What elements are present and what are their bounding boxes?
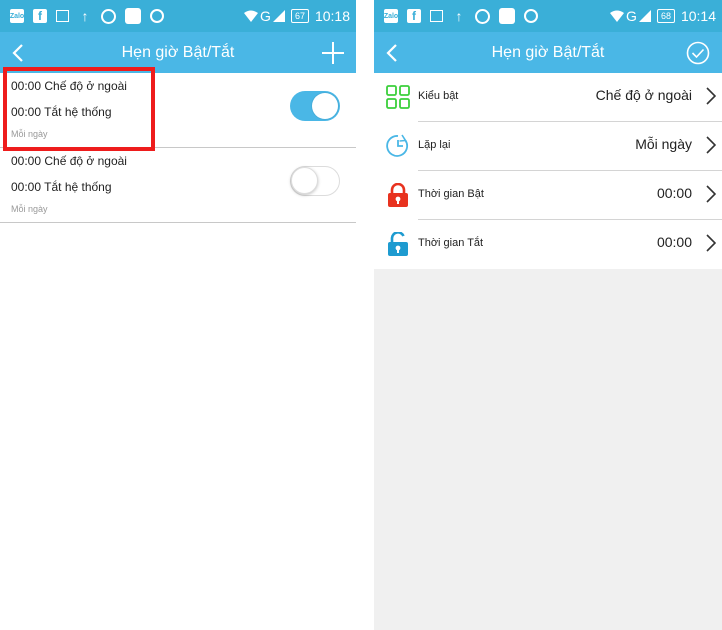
- setting-mode[interactable]: Kiểu bật Chế độ ở ngoài: [374, 73, 722, 122]
- network-type: G: [260, 8, 271, 24]
- status-bar: Zalo f ↑ G 68 10:14: [374, 0, 722, 32]
- chevron-right-icon: [706, 185, 716, 203]
- back-button[interactable]: [12, 32, 24, 73]
- page-title: Hẹn giờ Bật/Tắt: [121, 43, 235, 61]
- timer-detail-screen: Zalo f ↑ G 68 10:14 Hẹn giờ Bật/Tắt Kiểu…: [374, 0, 722, 630]
- clock-repeat-icon: [386, 134, 408, 157]
- page-title: Hẹn giờ Bật/Tắt: [491, 43, 605, 61]
- timer-item[interactable]: 00:00 Chế độ ở ngoài 00:00 Tắt hệ thống …: [0, 73, 356, 148]
- setting-off-time[interactable]: Thời gian Tắt 00:00: [374, 220, 722, 269]
- status-time: 10:14: [680, 8, 716, 24]
- timer-list-screen: Zalo f ↑ G 67 10:18 Hẹn giờ Bật/Tắt 00:0…: [0, 0, 356, 630]
- lock-closed-icon: [388, 183, 408, 207]
- facebook-notification-icon: f: [407, 9, 421, 23]
- camera-notification-icon: [524, 9, 538, 23]
- app-notification-icon: [125, 8, 141, 24]
- timer-on-action: 00:00 Chế độ ở ngoài: [11, 79, 127, 93]
- image-notification-icon: [430, 10, 443, 22]
- cell-signal-icon: [638, 10, 651, 22]
- zalo-notification-icon: Zalo: [384, 9, 398, 23]
- timer-enable-toggle[interactable]: [290, 166, 340, 196]
- facebook-notification-icon: f: [33, 9, 47, 23]
- timer-off-action: 00:00 Tắt hệ thống: [11, 105, 112, 119]
- back-chevron-icon: [12, 43, 23, 62]
- setting-label: Thời gian Tắt: [418, 237, 484, 249]
- grid-mode-icon: [386, 85, 410, 109]
- chevron-right-icon: [706, 87, 716, 105]
- battery-indicator: 68: [656, 9, 675, 23]
- zalo-notification-icon: Zalo: [10, 9, 24, 23]
- chevron-right-icon: [706, 136, 716, 154]
- setting-on-time[interactable]: Thời gian Bật 00:00: [374, 171, 722, 220]
- cell-signal-icon: [272, 10, 285, 22]
- timer-repeat: Mỗi ngày: [11, 204, 48, 214]
- timer-settings-list: Kiểu bật Chế độ ở ngoài Lặp lại Mỗi ngày…: [374, 73, 722, 269]
- check-circle-icon: [686, 41, 710, 64]
- setting-value: Mỗi ngày: [635, 136, 692, 152]
- timer-repeat: Mỗi ngày: [11, 129, 48, 139]
- timer-enable-toggle[interactable]: [290, 91, 340, 121]
- setting-label: Thời gian Bật: [418, 188, 484, 200]
- network-type: G: [626, 8, 637, 24]
- setting-value: Chế độ ở ngoài: [595, 87, 692, 103]
- chevron-right-icon: [706, 234, 716, 252]
- camera-notification-icon: [150, 9, 164, 23]
- status-time: 10:18: [314, 8, 350, 24]
- battery-indicator: 67: [290, 9, 309, 23]
- setting-value: 00:00: [656, 185, 692, 201]
- lock-open-icon: [388, 232, 408, 256]
- timer-on-action: 00:00 Chế độ ở ngoài: [11, 154, 127, 168]
- add-timer-button[interactable]: [322, 32, 344, 73]
- app-toolbar: Hẹn giờ Bật/Tắt: [0, 32, 356, 73]
- timer-list: 00:00 Chế độ ở ngoài 00:00 Tắt hệ thống …: [0, 73, 356, 223]
- timer-off-action: 00:00 Tắt hệ thống: [11, 180, 112, 194]
- setting-label: Lặp lại: [418, 139, 451, 151]
- back-chevron-icon: [386, 43, 397, 62]
- timer-item[interactable]: 00:00 Chế độ ở ngoài 00:00 Tắt hệ thống …: [0, 148, 356, 223]
- back-button[interactable]: [386, 32, 398, 73]
- wifi-icon: [244, 10, 259, 22]
- upload-icon: ↑: [81, 8, 89, 24]
- signal-indicator: G: [610, 8, 651, 24]
- chrome-notification-icon: [101, 8, 116, 24]
- status-bar: Zalo f ↑ G 67 10:18: [0, 0, 356, 32]
- setting-repeat[interactable]: Lặp lại Mỗi ngày: [374, 122, 722, 171]
- chrome-notification-icon: [475, 8, 490, 24]
- plus-icon: [322, 41, 344, 64]
- image-notification-icon: [56, 10, 69, 22]
- app-notification-icon: [499, 8, 515, 24]
- confirm-button[interactable]: [686, 32, 710, 73]
- wifi-icon: [610, 10, 625, 22]
- upload-icon: ↑: [455, 8, 463, 24]
- app-toolbar: Hẹn giờ Bật/Tắt: [374, 32, 722, 73]
- setting-label: Kiểu bật: [418, 90, 459, 102]
- signal-indicator: G: [244, 8, 285, 24]
- setting-value: 00:00: [656, 234, 692, 250]
